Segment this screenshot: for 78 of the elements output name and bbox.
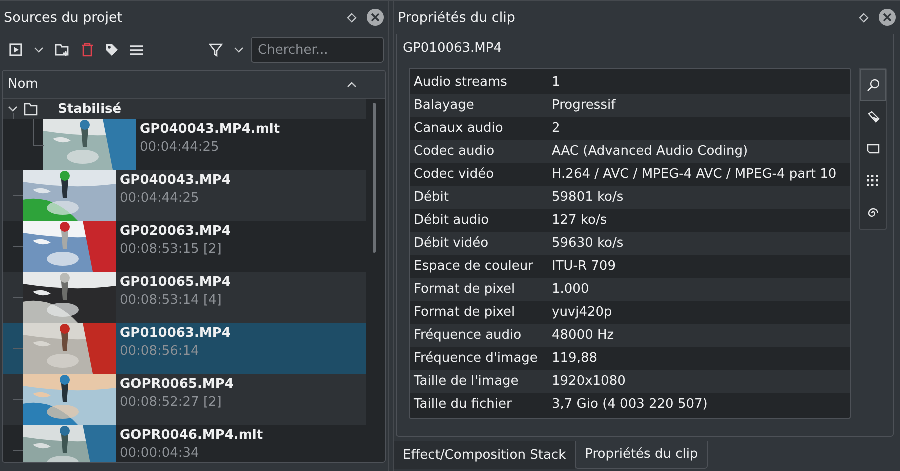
property-value: 2: [552, 121, 560, 136]
property-value: 3,7 Gio (4 003 220 507): [552, 397, 708, 412]
sort-ascending-icon[interactable]: [347, 82, 357, 88]
clip-name: GP020063.MP4: [120, 223, 231, 241]
chevron-down-icon[interactable]: [34, 47, 44, 53]
property-value: 127 ko/s: [552, 213, 608, 228]
folder-icon: [24, 102, 38, 116]
property-label: Débit audio: [414, 213, 490, 228]
clip-row[interactable]: GP040043.MP4 00:04:44:25: [3, 170, 366, 221]
clip-duration: 00:08:56:14: [120, 343, 200, 361]
column-header[interactable]: Nom: [3, 71, 385, 99]
property-label: Taille de l'image: [414, 374, 520, 389]
clip-name: GP040043.MP4: [120, 172, 231, 190]
clip-name: GOPR0065.MP4: [120, 376, 234, 394]
tag-icon[interactable]: [105, 43, 119, 57]
bottom-tab[interactable]: Propriétés du clip: [575, 441, 708, 469]
clip-duration: 00:00:04:34: [120, 445, 200, 462]
property-value: 59630 ko/s: [552, 236, 624, 251]
grid-icon: [867, 175, 879, 187]
clip-duration: 00:08:52:27 [2]: [120, 394, 223, 412]
clip-duration: 00:08:53:14 [4]: [120, 292, 223, 310]
search-tab[interactable]: [860, 69, 886, 101]
clip-name: GOPR0046.MP4.mlt: [120, 427, 264, 445]
property-label: Audio streams: [414, 75, 508, 90]
bottom-tab[interactable]: Effect/Composition Stack: [394, 441, 576, 469]
search-field[interactable]: Chercher...: [251, 37, 384, 63]
close-icon[interactable]: [879, 9, 896, 26]
property-value: 48000 Hz: [552, 328, 614, 343]
marker-icon: [866, 110, 880, 124]
property-value: yuvj420p: [552, 305, 612, 320]
filter-icon[interactable]: [209, 43, 223, 57]
float-icon[interactable]: [347, 12, 357, 22]
property-value: Progressif: [552, 98, 616, 113]
property-value: ITU-R 709: [552, 259, 616, 274]
property-value: 59801 ko/s: [552, 190, 624, 205]
property-label: Format de pixel: [414, 305, 516, 320]
float-icon[interactable]: [859, 12, 869, 22]
folder-add-icon[interactable]: [55, 43, 70, 57]
property-value: 119,88: [552, 351, 598, 366]
spiral-icon: [866, 206, 880, 220]
close-icon[interactable]: [367, 9, 384, 26]
property-label: Codec audio: [414, 144, 496, 159]
clip-duration: 00:04:44:25: [140, 139, 220, 157]
property-value: 1.000: [552, 282, 590, 297]
rectangle-icon: [866, 144, 880, 154]
clip-row[interactable]: GOPR0065.MP4 00:08:52:27 [2]: [3, 374, 366, 425]
property-label: Débit: [414, 190, 450, 205]
property-value: H.264 / AVC / MPEG-4 AVC / MPEG-4 part 10: [552, 167, 837, 182]
panel-title: Sources du projet: [4, 10, 124, 26]
property-label: Taille du fichier: [414, 397, 513, 412]
menu-icon[interactable]: [130, 44, 143, 56]
property-value: 1920x1080: [552, 374, 626, 389]
chevron-down-icon[interactable]: [234, 47, 244, 53]
clip-name: GP010063.MP4: [120, 325, 231, 343]
expand-chevron-icon[interactable]: [8, 105, 18, 113]
clip-row[interactable]: GP010063.MP4 00:08:56:14: [3, 323, 366, 374]
trash-icon[interactable]: [81, 43, 94, 57]
clip-duration: 00:08:53:15 [2]: [120, 241, 223, 259]
property-label: Balayage: [414, 98, 476, 113]
property-label: Canaux audio: [414, 121, 504, 136]
panel-title: Propriétés du clip: [398, 10, 516, 26]
folder-name: Stabilisé: [58, 102, 122, 116]
property-label: Format de pixel: [414, 282, 516, 297]
property-value: AAC (Advanced Audio Coding): [552, 144, 748, 159]
property-label: Débit vidéo: [414, 236, 490, 251]
file-name: GP010063.MP4: [402, 40, 503, 58]
scrollbar[interactable]: [373, 103, 376, 253]
clip-row[interactable]: GP010065.MP4 00:08:53:14 [4]: [3, 272, 366, 323]
search-icon: [866, 78, 880, 92]
property-value: 1: [552, 75, 560, 90]
property-label: Codec vidéo: [414, 167, 496, 182]
property-label: Espace de couleur: [414, 259, 534, 274]
add-clip-icon[interactable]: [9, 43, 23, 57]
property-label: Fréquence audio: [414, 328, 523, 343]
clip-duration: 00:04:44:25: [120, 190, 200, 208]
property-label: Fréquence d'image: [414, 351, 539, 366]
clip-name: GP040043.MP4.mlt: [140, 121, 280, 139]
clip-name: GP010065.MP4: [120, 274, 231, 292]
